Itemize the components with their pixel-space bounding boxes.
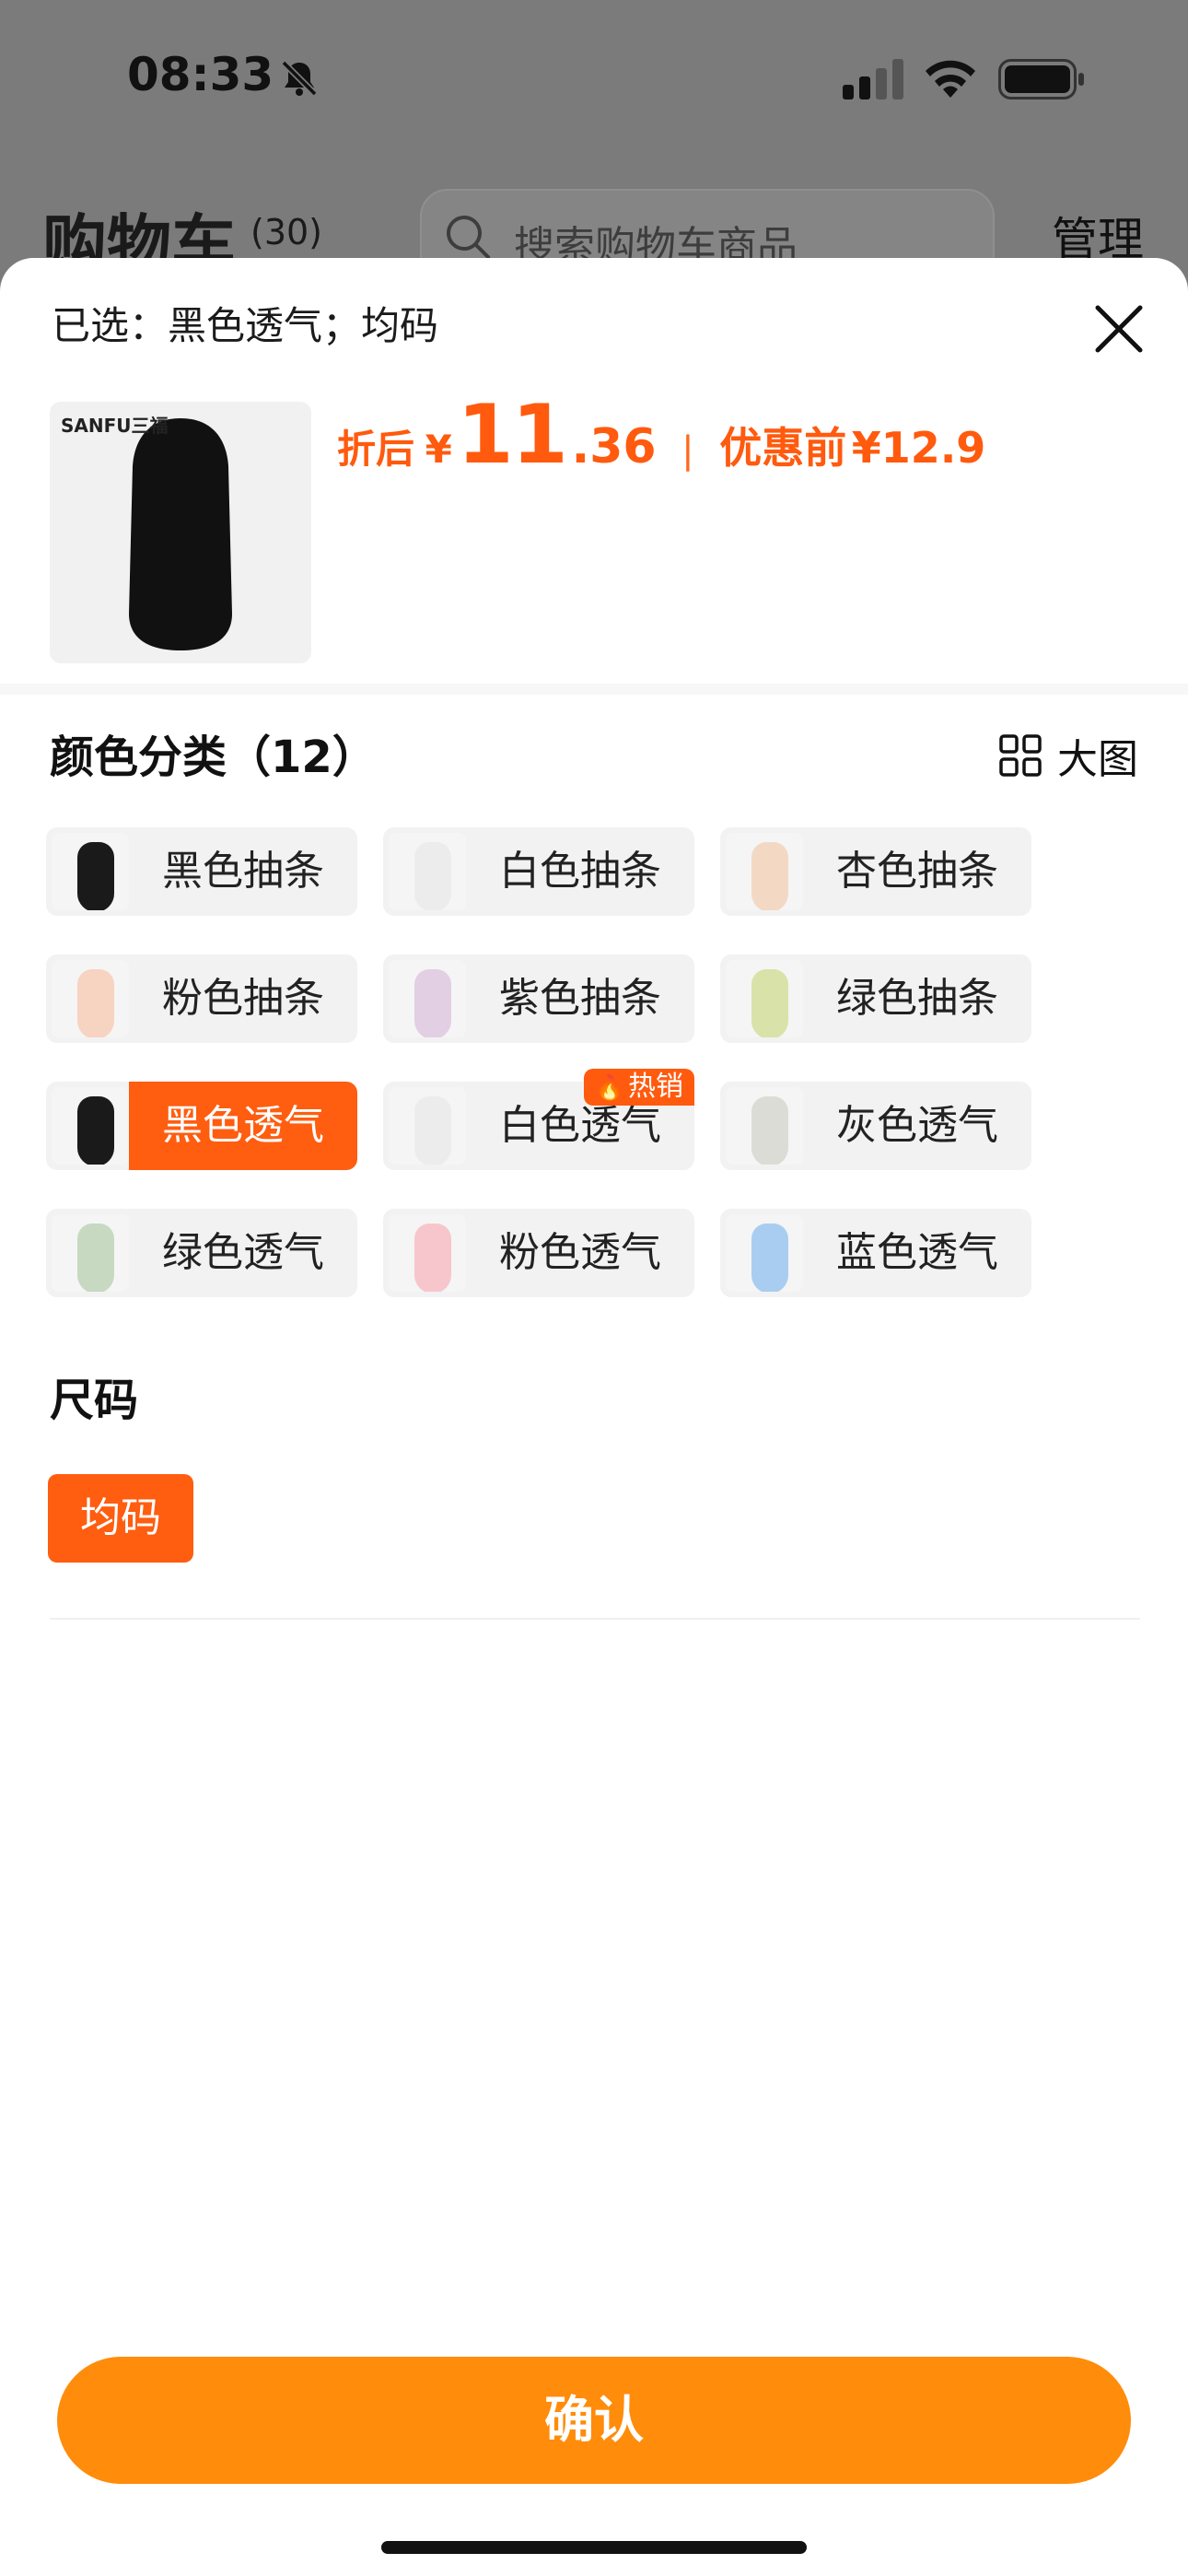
color-option[interactable]: 白色抽条: [383, 827, 694, 916]
sock-swatch: [751, 1096, 788, 1165]
sock-swatch: [414, 1224, 451, 1292]
bell-muted-icon: [281, 60, 318, 97]
product-image[interactable]: SANFU三福: [50, 402, 311, 663]
color-option[interactable]: 绿色透气: [46, 1209, 357, 1297]
status-time: 08:33: [127, 48, 274, 101]
sock-image: [129, 418, 232, 650]
color-option-thumbnail: [726, 960, 803, 1037]
big-picture-toggle[interactable]: 大图: [998, 726, 1138, 785]
color-option-thumbnail: [389, 1214, 466, 1292]
sock-swatch: [77, 842, 114, 910]
color-option[interactable]: 蓝色透气: [720, 1209, 1031, 1297]
color-option-thumbnail: [726, 833, 803, 910]
sock-swatch: [751, 969, 788, 1037]
sock-swatch: [77, 1096, 114, 1165]
color-option-thumbnail: [389, 960, 466, 1037]
sock-swatch: [751, 842, 788, 910]
confirm-button[interactable]: 确认: [57, 2357, 1131, 2484]
sku-selector-sheet: 已选：黑色透气；均码 SANFU三福 折后 ¥ 11 .36 | 优惠前 ¥12…: [0, 258, 1188, 2576]
sock-swatch: [77, 969, 114, 1037]
color-option-label: 粉色抽条: [162, 975, 324, 1022]
sock-swatch: [414, 842, 451, 910]
discount-price-integer: 11: [457, 387, 567, 482]
cart-count: (30): [250, 212, 323, 252]
search-icon: [447, 216, 490, 259]
color-option-label: 黑色抽条: [162, 848, 324, 895]
color-section-title: 颜色分类（12）: [50, 732, 377, 783]
grid-view-icon: [999, 734, 1042, 777]
color-option[interactable]: 粉色透气: [383, 1209, 694, 1297]
color-option-thumbnail: [52, 833, 129, 910]
home-indicator[interactable]: [381, 2541, 807, 2554]
color-option-label: 绿色抽条: [836, 975, 998, 1022]
color-option[interactable]: 黑色抽条: [46, 827, 357, 916]
currency-symbol: ¥: [425, 427, 452, 472]
color-option[interactable]: 灰色透气: [720, 1082, 1031, 1170]
color-option[interactable]: 粉色抽条: [46, 954, 357, 1043]
color-option-thumbnail: [726, 1214, 803, 1292]
battery-icon: [998, 59, 1084, 100]
original-price: ¥12.9: [851, 423, 986, 473]
color-option-label: 黑色透气: [129, 1082, 357, 1170]
color-option-thumbnail: [389, 1087, 466, 1165]
color-option[interactable]: 黑色透气: [46, 1082, 357, 1170]
size-option[interactable]: 均码: [48, 1474, 193, 1563]
original-price-label: 优惠前: [719, 423, 847, 473]
brand-logo: SANFU三福: [61, 415, 169, 437]
color-option[interactable]: 绿色抽条: [720, 954, 1031, 1043]
size-section-title: 尺码: [50, 1375, 139, 1426]
color-option[interactable]: 白色透气 🔥 热销: [383, 1069, 694, 1170]
color-option-label: 紫色抽条: [499, 975, 661, 1022]
price-row: 折后 ¥ 11 .36 | 优惠前 ¥12.9: [337, 387, 985, 482]
selected-summary: 已选：黑色透气；均码: [52, 303, 439, 348]
color-option-label: 粉色透气: [499, 1229, 661, 1276]
color-option-label: 蓝色透气: [836, 1229, 998, 1276]
hot-sale-badge: 🔥 热销: [583, 1069, 694, 1106]
color-option[interactable]: 杏色抽条: [720, 827, 1031, 916]
wifi-icon: [926, 60, 975, 98]
close-icon[interactable]: [1087, 297, 1151, 361]
color-option[interactable]: 紫色抽条: [383, 954, 694, 1043]
hot-sale-text: 热销: [628, 1071, 683, 1103]
size-divider: [50, 1618, 1140, 1620]
color-option-thumbnail: [52, 1087, 129, 1165]
color-option-thumbnail: [52, 960, 129, 1037]
color-option-label: 杏色抽条: [836, 848, 998, 895]
color-option-label: 白色抽条: [499, 848, 661, 895]
status-bar: 08:33: [0, 0, 1188, 157]
sock-swatch: [77, 1224, 114, 1292]
color-option-thumbnail: [726, 1087, 803, 1165]
sock-swatch: [414, 969, 451, 1037]
sock-swatch: [751, 1224, 788, 1292]
section-divider: [0, 684, 1188, 695]
color-option-label: 绿色透气: [162, 1229, 324, 1276]
discount-price-decimal: .36: [571, 419, 657, 474]
discount-price-label: 折后: [337, 427, 415, 472]
cellular-signal-icon: [843, 59, 903, 100]
big-picture-label: 大图: [1057, 736, 1138, 783]
color-option-thumbnail: [52, 1214, 129, 1292]
color-option-thumbnail: [389, 833, 466, 910]
color-option-label: 灰色透气: [836, 1102, 998, 1149]
fire-icon: 🔥: [594, 1074, 624, 1102]
price-separator: |: [681, 429, 694, 472]
sock-swatch: [414, 1096, 451, 1165]
